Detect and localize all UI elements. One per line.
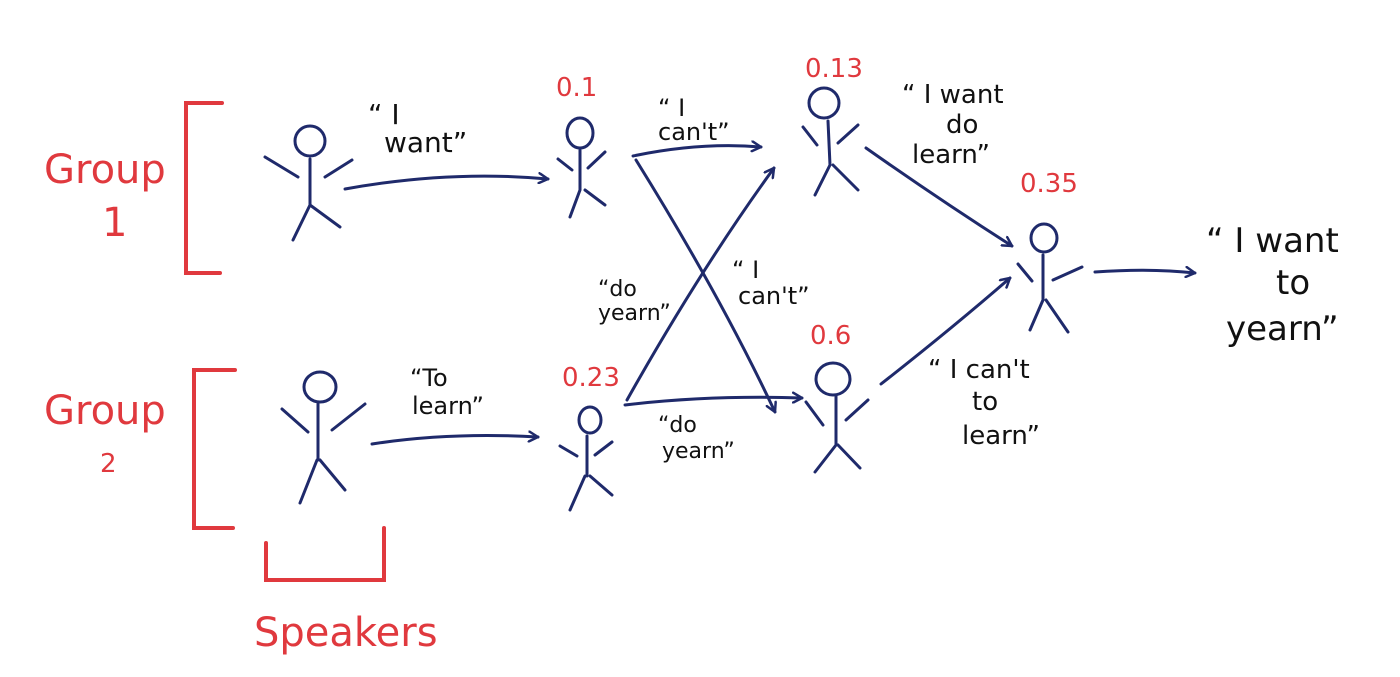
utterance-g1-mid-final-line3: learn” <box>912 140 990 170</box>
speakers-bracket <box>264 526 386 582</box>
arrow-g2-listener-to-g2-mid <box>623 397 804 407</box>
g2-speaker-figure <box>280 370 367 505</box>
utterance-g2-listener-g2-mid-line1: “do <box>658 413 697 438</box>
utterance-g1-mid-final-line1: “ I want <box>902 80 1004 110</box>
arrow-g1-speaker-to-listener <box>343 176 550 191</box>
group-2-bracket <box>192 368 237 530</box>
utterance-g1-speaker-line2: want” <box>384 126 467 159</box>
utterance-g2-mid-final-line3: learn” <box>962 421 1040 451</box>
utterance-g2-speaker-line2: learn” <box>412 392 484 420</box>
utterance-g1-listener-g1-mid-line2: can't” <box>658 118 730 146</box>
group-2-number: 2 <box>100 449 117 479</box>
final-output-line1: “ I want <box>1206 221 1339 261</box>
arrow-final-output <box>1093 270 1197 273</box>
g1-listener-score: 0.1 <box>556 73 597 103</box>
speakers-label: Speakers <box>254 610 438 656</box>
g1-mid-figure <box>801 86 860 197</box>
group-1-bracket <box>184 101 224 275</box>
utterance-g1-listener-g2-mid-line2: can't” <box>738 282 810 310</box>
arrow-g2-speaker-to-listener <box>370 436 540 446</box>
g2-listener-figure <box>558 405 614 512</box>
group-2-label: Group <box>44 388 166 434</box>
group-1-number: 1 <box>102 200 127 246</box>
utterance-g2-mid-final-line2: to <box>972 387 998 417</box>
group-1-label: Group <box>44 147 166 193</box>
utterance-g1-listener-g2-mid-line1: “ I <box>732 256 759 284</box>
final-figure <box>1016 222 1084 334</box>
g2-mid-score: 0.6 <box>810 321 851 351</box>
utterance-g2-listener-g1-mid-line2: yearn” <box>598 301 671 326</box>
final-output-line2: to <box>1276 263 1310 303</box>
g2-mid-figure <box>804 361 870 474</box>
final-output-line3: yearn” <box>1226 309 1339 349</box>
utterance-g2-speaker-line1: “To <box>410 364 448 392</box>
g1-mid-score: 0.13 <box>805 54 863 84</box>
utterance-g2-mid-final-line1: “ I can't <box>928 355 1030 385</box>
arrow-g1-listener-to-g1-mid <box>631 146 763 158</box>
g2-listener-score: 0.23 <box>562 363 620 393</box>
final-score: 0.35 <box>1020 169 1078 199</box>
utterance-g2-listener-g1-mid-line1: “do <box>598 277 637 302</box>
utterance-g1-mid-final-line2: do <box>946 110 978 140</box>
g1-speaker-figure <box>263 124 354 242</box>
telephone-game-diagram: Group 1 Group 2 Speakers 0.1 0.23 0.13 0… <box>44 54 1339 656</box>
g1-listener-figure <box>556 116 607 219</box>
utterance-g2-listener-g2-mid-line2: yearn” <box>662 439 735 464</box>
